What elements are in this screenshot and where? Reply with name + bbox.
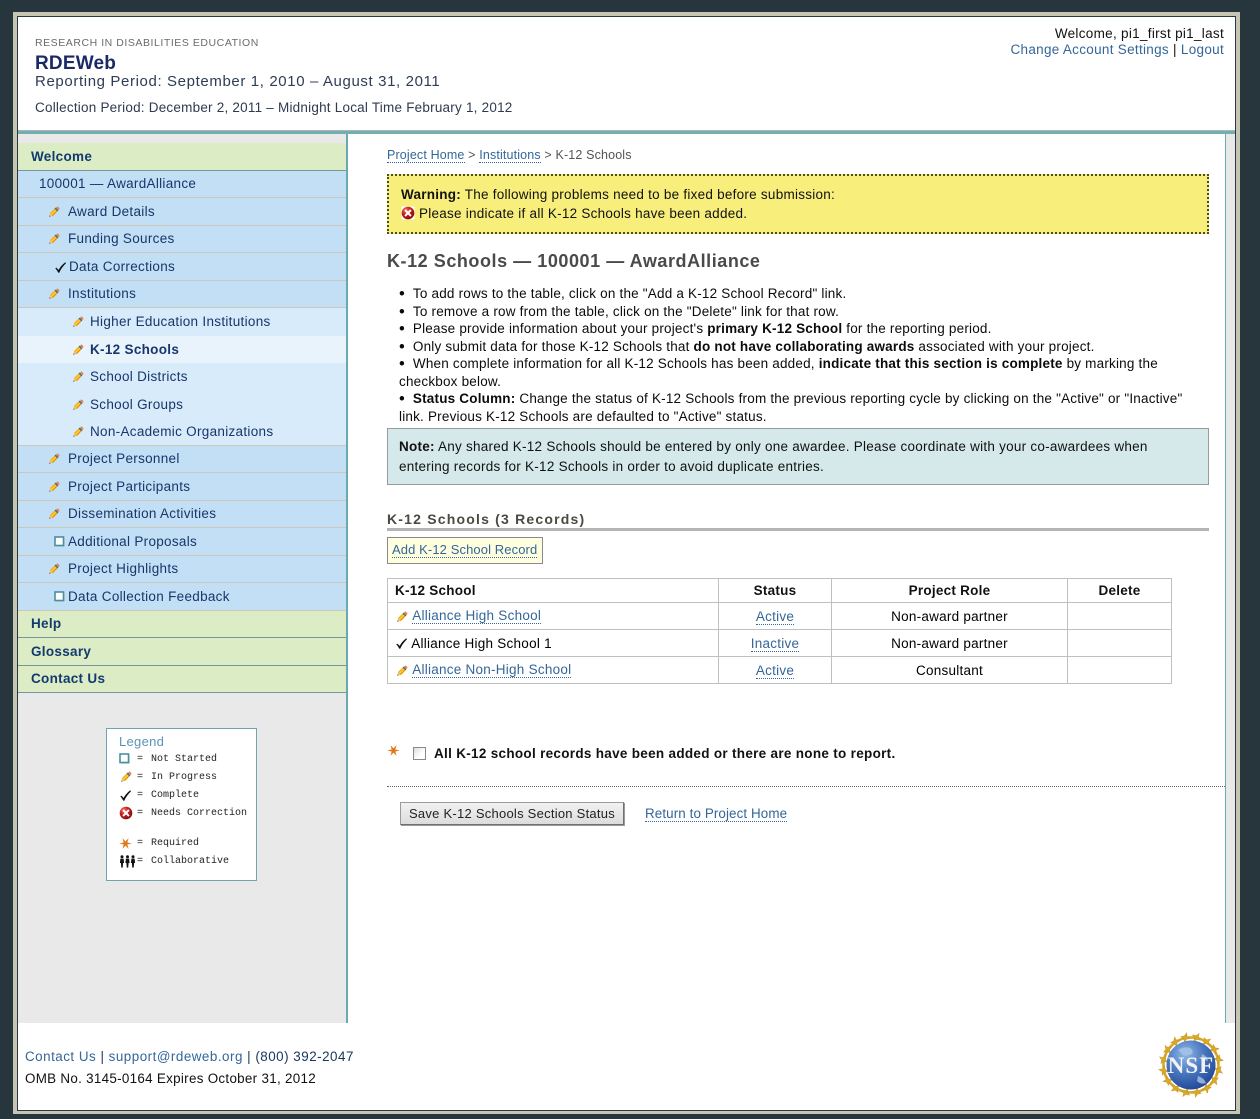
- svg-text:NSF: NSF: [1168, 1053, 1214, 1078]
